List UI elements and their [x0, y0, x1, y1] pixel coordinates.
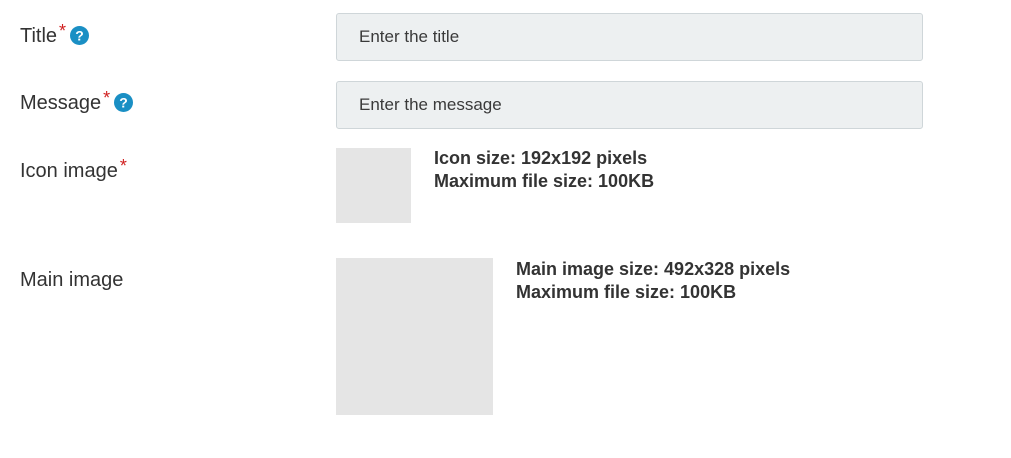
icon-image-label-row: Icon image *	[20, 156, 127, 183]
title-label: Title	[20, 25, 58, 47]
main-image-label-row: Main image	[20, 269, 123, 292]
title-input[interactable]	[336, 13, 923, 61]
main-image-filesize-hint: Maximum file size: 100KB	[516, 282, 737, 302]
svg-text:?: ?	[119, 95, 128, 111]
notification-form: Title * ? Message * ? Icon image * Icon …	[0, 0, 1011, 458]
svg-text:?: ?	[75, 28, 84, 44]
main-image-upload[interactable]	[336, 258, 493, 415]
icon-filesize-hint: Maximum file size: 100KB	[434, 171, 655, 191]
message-input[interactable]	[336, 81, 923, 129]
required-asterisk: *	[119, 156, 127, 176]
main-image-label: Main image	[20, 269, 124, 291]
message-label: Message	[20, 92, 102, 114]
icon-image-label: Icon image	[20, 160, 118, 182]
required-asterisk: *	[59, 21, 67, 41]
icon-size-hint: Icon size: 192x192 pixels	[434, 148, 648, 168]
required-asterisk: *	[103, 88, 111, 108]
question-circle-icon[interactable]: ?	[70, 26, 90, 45]
message-label-row: Message * ?	[20, 88, 134, 115]
main-image-size-hint: Main image size: 492x328 pixels	[516, 259, 791, 279]
icon-image-hint: Icon size: 192x192 pixels Maximum file s…	[434, 147, 654, 193]
icon-image-upload[interactable]	[336, 148, 411, 223]
main-image-hint: Main image size: 492x328 pixels Maximum …	[516, 258, 790, 304]
question-circle-icon[interactable]: ?	[114, 93, 134, 112]
title-label-row: Title * ?	[20, 21, 90, 48]
